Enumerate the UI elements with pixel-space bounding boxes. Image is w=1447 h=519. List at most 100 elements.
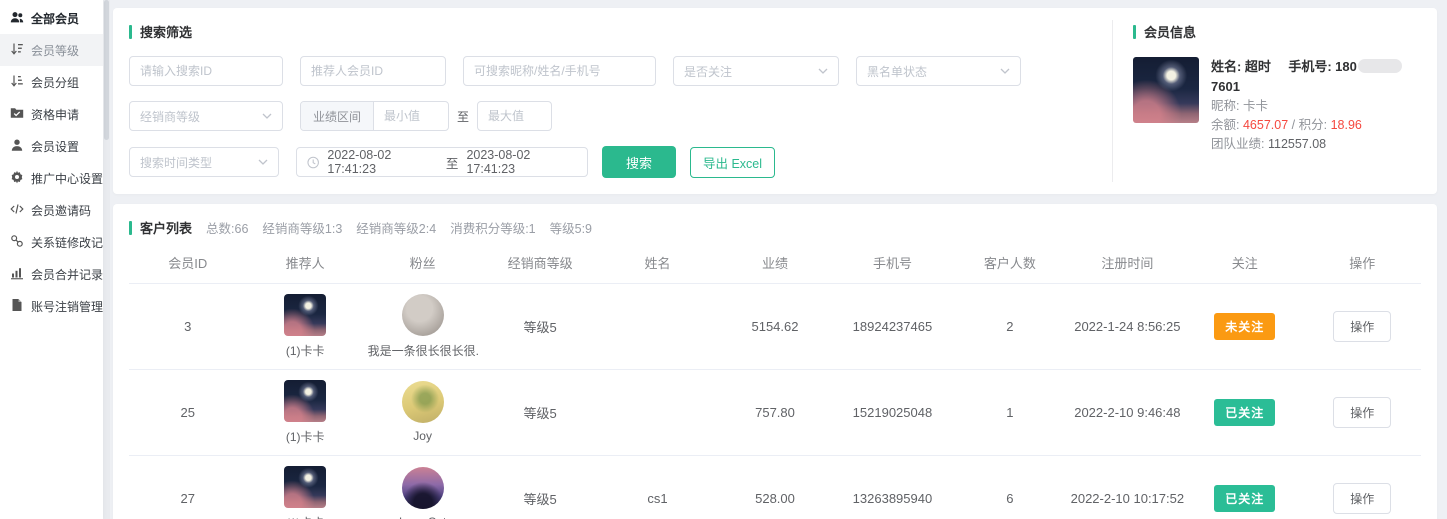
search-filter-panel: 搜索筛选 是否关注 黑名单状态 经销商等级 业绩区间	[113, 8, 1112, 194]
sort-alpha-icon	[10, 74, 24, 91]
performance-range-label: 业绩区间	[301, 102, 374, 130]
member-team-line: 团队业绩: 112557.08	[1211, 135, 1427, 154]
section-accent-bar	[1133, 25, 1136, 39]
code-icon	[10, 202, 24, 219]
date-range-picker[interactable]: 2022-08-02 17:41:23 至 2023-08-02 17:41:2…	[296, 147, 588, 177]
col-performance: 业绩	[716, 243, 833, 283]
search-button[interactable]: 搜索	[602, 146, 676, 178]
blacklist-select-placeholder: 黑名单状态	[867, 63, 927, 80]
time-type-select[interactable]: 搜索时间类型	[129, 147, 279, 177]
file-icon	[10, 298, 24, 315]
keyword-input[interactable]	[463, 56, 656, 86]
member-nickname-line: 昵称: 卡卡	[1211, 97, 1427, 116]
filter-title-text: 搜索筛选	[140, 22, 192, 41]
col-member-id: 会员ID	[129, 243, 246, 283]
sidebar-item-label: 推广中心设置	[31, 170, 103, 187]
cell-performance: 528.00	[716, 455, 833, 519]
fan-cell: Lazy Cat	[364, 467, 481, 519]
sidebar-item-relation-log[interactable]: 关系链修改记录	[0, 226, 103, 258]
member-team-label: 团队业绩:	[1211, 137, 1264, 151]
cell-register-time: 2022-1-24 8:56:25	[1069, 283, 1186, 369]
cell-customer-count: 2	[951, 283, 1068, 369]
sidebar-item-all-members[interactable]: 全部会员	[0, 2, 103, 34]
search-id-input[interactable]	[129, 56, 283, 86]
member-info-title: 会员信息	[1133, 22, 1427, 41]
gear-icon	[10, 170, 24, 187]
sidebar-scrollbar-thumb[interactable]	[104, 0, 109, 140]
referrer-cell: (1)卡卡	[246, 466, 363, 519]
col-phone: 手机号	[834, 243, 951, 283]
member-name-value: 超时	[1245, 59, 1271, 74]
sidebar-item-label: 会员等级	[31, 42, 79, 59]
stat-total: 总数:66	[206, 218, 248, 237]
fan-avatar	[402, 294, 444, 336]
filter-row-2: 经销商等级 业绩区间 至	[129, 101, 1096, 131]
section-accent-bar	[129, 221, 132, 235]
performance-max-input[interactable]	[477, 101, 552, 131]
user-icon	[10, 138, 24, 155]
fan-cell: Joy	[364, 381, 481, 443]
fan-cell: 我是一条很长很长很...	[364, 294, 481, 359]
cell-member-id: 25	[129, 369, 246, 455]
follow-status-select[interactable]: 是否关注	[673, 56, 839, 86]
sidebar-item-promotion-settings[interactable]: 推广中心设置	[0, 162, 103, 194]
cell-phone: 13263895940	[834, 455, 951, 519]
fan-name: Joy	[413, 429, 432, 443]
sidebar: 全部会员 会员等级 会员分组 资格申请 会员设置 推广中心设置 会员邀请码 关系…	[0, 0, 103, 519]
top-card: 搜索筛选 是否关注 黑名单状态 经销商等级 业绩区间	[113, 8, 1437, 194]
folder-check-icon	[10, 106, 24, 123]
follow-status-badge: 已关注	[1214, 399, 1275, 426]
row-action-button[interactable]: 操作	[1333, 311, 1391, 342]
member-team-value: 112557.08	[1268, 137, 1326, 151]
cell-name: cs1	[599, 455, 716, 519]
sidebar-item-qualification[interactable]: 资格申请	[0, 98, 103, 130]
chevron-down-icon	[818, 68, 828, 74]
member-balance-line: 余额: 4657.07 / 积分: 18.96	[1211, 116, 1427, 135]
cell-dealer-level: 等级5	[481, 455, 598, 519]
blacklist-status-select[interactable]: 黑名单状态	[856, 56, 1021, 86]
sidebar-item-label: 会员分组	[31, 74, 79, 91]
chevron-down-icon	[262, 113, 272, 119]
sidebar-item-invite-code[interactable]: 会员邀请码	[0, 194, 103, 226]
cell-dealer-level: 等级5	[481, 369, 598, 455]
member-phone-label: 手机号:	[1288, 59, 1331, 74]
sidebar-item-label: 会员合并记录	[31, 266, 103, 283]
sidebar-scrollbar[interactable]	[103, 0, 110, 519]
member-avatar	[1133, 57, 1199, 123]
sidebar-item-label: 全部会员	[31, 10, 79, 27]
export-excel-button[interactable]: 导出 Excel	[690, 147, 775, 178]
member-nickname-value: 卡卡	[1243, 99, 1268, 113]
col-name: 姓名	[599, 243, 716, 283]
cell-phone: 18924237465	[834, 283, 951, 369]
sidebar-item-label: 关系链修改记录	[31, 234, 103, 251]
sidebar-item-account-cancel[interactable]: 账号注销管理	[0, 290, 103, 322]
referrer-id-input[interactable]	[300, 56, 446, 86]
sidebar-item-merge-log[interactable]: 会员合并记录	[0, 258, 103, 290]
phone-blur-mask	[1358, 59, 1402, 73]
member-points-label: 积分:	[1299, 118, 1327, 132]
date-separator: 至	[446, 153, 459, 172]
row-action-button[interactable]: 操作	[1333, 397, 1391, 428]
cell-member-id: 3	[129, 283, 246, 369]
date-start-value: 2022-08-02 17:41:23	[327, 148, 438, 176]
referrer-name: (1)卡卡	[286, 342, 325, 359]
member-name-label: 姓名:	[1211, 59, 1241, 74]
dealer-level-placeholder: 经销商等级	[140, 108, 200, 125]
sidebar-item-member-level[interactable]: 会员等级	[0, 34, 103, 66]
cell-member-id: 27	[129, 455, 246, 519]
sidebar-item-member-group[interactable]: 会员分组	[0, 66, 103, 98]
referrer-avatar	[284, 380, 326, 422]
sort-numeric-icon	[10, 42, 24, 59]
dealer-level-select[interactable]: 经销商等级	[129, 101, 283, 131]
col-fan: 粉丝	[364, 243, 481, 283]
performance-min-input[interactable]	[374, 102, 448, 130]
users-icon	[10, 10, 24, 27]
customer-list-title: 客户列表	[129, 218, 192, 237]
fan-name: Lazy Cat	[399, 515, 446, 519]
referrer-name: (1)卡卡	[286, 428, 325, 445]
sidebar-item-member-settings[interactable]: 会员设置	[0, 130, 103, 162]
row-action-button[interactable]: 操作	[1333, 483, 1391, 514]
section-accent-bar	[129, 25, 132, 39]
cell-phone: 15219025048	[834, 369, 951, 455]
chevron-down-icon	[258, 159, 268, 165]
